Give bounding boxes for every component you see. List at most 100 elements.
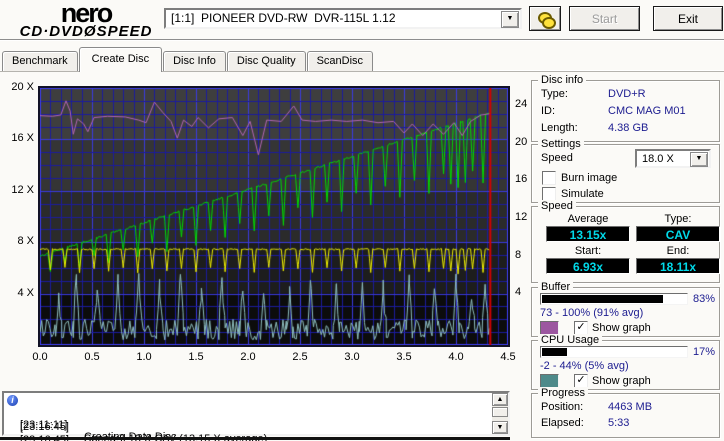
- buffer-bar-fill: [542, 295, 664, 303]
- simulate-checkbox[interactable]: [542, 187, 556, 201]
- cpu-percent: 17%: [693, 346, 716, 358]
- x-axis-tick: 2.0: [240, 351, 256, 363]
- group-title: Settings: [538, 138, 584, 150]
- chevron-down-icon[interactable]: ▼: [501, 11, 519, 28]
- buffer-percent: 83%: [693, 293, 716, 305]
- disc-id-value: CMC MAG M01: [608, 105, 686, 117]
- tab-create-disc[interactable]: Create Disc: [78, 47, 163, 72]
- scrollbar-thumb[interactable]: [492, 407, 508, 417]
- buffer-show-graph-label: Show graph: [592, 322, 651, 334]
- disc-length-label: Length:: [541, 122, 578, 134]
- speed-setting-label: Speed: [541, 152, 573, 164]
- x-axis-tick: 0.0: [32, 351, 48, 363]
- average-speed-display: 13.15x: [546, 226, 630, 242]
- simulate-label: Simulate: [561, 188, 604, 200]
- right-axis-tick: 24: [515, 97, 528, 110]
- buffer-show-graph-checkbox[interactable]: ✓: [574, 321, 588, 335]
- left-axis-tick: 12 X: [11, 183, 34, 196]
- disc-icon: [542, 17, 556, 29]
- eject-discs-button[interactable]: [529, 6, 561, 31]
- tab-scandisc[interactable]: ScanDisc: [306, 51, 374, 71]
- left-axis-tick: 16 X: [11, 132, 34, 145]
- x-axis-tick: 1.5: [188, 351, 204, 363]
- left-axis-tick: 4 X: [17, 286, 34, 299]
- speed-select[interactable]: 18.0 X ▼: [635, 149, 711, 168]
- x-axis-tick: 3.5: [396, 351, 412, 363]
- position-label: Position:: [541, 401, 584, 413]
- right-axis-tick: 16: [515, 173, 528, 186]
- cpu-usage-group: CPU Usage 17% -2 - 44% (5% avg) ✓ Show g…: [531, 334, 720, 390]
- burn-image-label: Burn image: [561, 172, 618, 184]
- group-title: Buffer: [538, 281, 574, 293]
- tab-benchmark[interactable]: Benchmark: [2, 51, 78, 71]
- scroll-up-icon[interactable]: ▲: [492, 393, 508, 406]
- x-axis-tick: 0.5: [84, 351, 100, 363]
- left-axis-tick: 8 X: [17, 235, 34, 248]
- start-speed-display: 6.93x: [546, 258, 630, 274]
- start-button[interactable]: Start: [569, 6, 640, 31]
- x-axis-tick: 3.0: [344, 351, 360, 363]
- cpu-show-graph-label: Show graph: [592, 375, 651, 387]
- buffer-range: 73 - 100% (91% avg): [540, 307, 644, 319]
- left-axis-tick: 20 X: [11, 81, 34, 93]
- log-bottom-divider: [0, 437, 510, 440]
- scroll-down-icon[interactable]: ▼: [492, 421, 508, 434]
- nero-cd-dvd-speed-window: nero CD·DVDØSPEED [1:1] PIONEER DVD-RW D…: [0, 0, 724, 441]
- elapsed-label: Elapsed:: [541, 417, 584, 429]
- log-timestamp: [23:16:45]: [20, 421, 69, 433]
- settings-group: Settings Speed 18.0 X ▼ Burn image Simul…: [531, 138, 720, 203]
- disc-slash-icon: Ø: [83, 23, 97, 40]
- group-title: CPU Usage: [538, 334, 603, 346]
- cpu-bar-fill: [542, 348, 567, 356]
- log-line: i [23:11:11] Creating Data Disc: [6, 395, 176, 441]
- group-title: Progress: [538, 387, 589, 399]
- exit-button[interactable]: Exit: [653, 6, 723, 31]
- disc-info-group: Disc info Type: DVD+R ID: CMC MAG M01 Le…: [531, 74, 720, 142]
- x-axis-tick: 2.5: [292, 351, 308, 363]
- group-title: Speed: [538, 200, 576, 212]
- end-speed-display: 18.11x: [636, 258, 720, 274]
- cpu-show-graph-checkbox[interactable]: ✓: [574, 374, 588, 388]
- x-axis-tick: 1.0: [136, 351, 152, 363]
- disc-type-label: Type:: [541, 88, 568, 100]
- tab-disc-info[interactable]: Disc Info: [163, 51, 226, 71]
- right-axis-tick: 20: [515, 135, 528, 148]
- elapsed-value: 5:33: [608, 417, 630, 429]
- chevron-down-icon[interactable]: ▼: [690, 152, 708, 167]
- nero-logo: nero CD·DVDØSPEED: [6, 0, 166, 40]
- type-label: Type:: [664, 213, 692, 225]
- average-label: Average: [567, 213, 609, 225]
- speed-group: Speed Average Type: 13.15x CAV Start: En…: [531, 200, 720, 283]
- drive-select-value: [1:1] PIONEER DVD-RW DVR-115L 1.12: [171, 11, 396, 25]
- right-axis-tick: 8: [515, 248, 522, 261]
- speed-select-value: 18.0 X: [642, 153, 674, 165]
- cpu-range: -2 - 44% (5% avg): [540, 360, 629, 372]
- buffer-group: Buffer 83% 73 - 100% (91% avg) ✓ Show gr…: [531, 281, 720, 337]
- buffer-bar: [540, 293, 688, 305]
- status-log: i [23:11:11] Creating Data Disc [23:16:4…: [2, 391, 510, 441]
- drive-select[interactable]: [1:1] PIONEER DVD-RW DVR-115L 1.12 ▼: [164, 8, 522, 29]
- speed-chart: [38, 86, 510, 347]
- start-label: Start:: [574, 245, 602, 257]
- disc-id-label: ID:: [541, 105, 556, 117]
- log-line: [23:16:45] Speed:7-18 X CAV (13.15 X ave…: [6, 409, 267, 441]
- cpu-bar: [540, 346, 688, 358]
- log-scrollbar[interactable]: ▲ ▼: [492, 393, 508, 434]
- disc-length-value: 4.38 GB: [608, 122, 649, 134]
- speed-type-display: CAV: [636, 226, 720, 242]
- info-icon: i: [7, 395, 18, 406]
- group-title: Disc info: [538, 74, 587, 86]
- burn-image-checkbox[interactable]: [542, 171, 556, 185]
- nero-logo-wordmark: nero: [60, 0, 114, 28]
- position-value: 4463 MB: [608, 401, 653, 413]
- log-line: [23:16:45] Elapsed Time: 5:33: [6, 422, 69, 441]
- x-axis-tick: 4.5: [500, 351, 516, 363]
- right-axis-tick: 4: [515, 286, 522, 299]
- nero-logo-subtitle: CD·DVDØSPEED: [19, 23, 153, 40]
- right-axis-tick: 12: [515, 210, 528, 223]
- x-axis-tick: 4.0: [448, 351, 464, 363]
- tab-disc-quality[interactable]: Disc Quality: [226, 51, 306, 71]
- speed-chart-canvas: [40, 88, 508, 345]
- tab-strip: Benchmark Create Disc Disc Info Disc Qua…: [2, 46, 374, 72]
- end-label: End:: [666, 245, 690, 257]
